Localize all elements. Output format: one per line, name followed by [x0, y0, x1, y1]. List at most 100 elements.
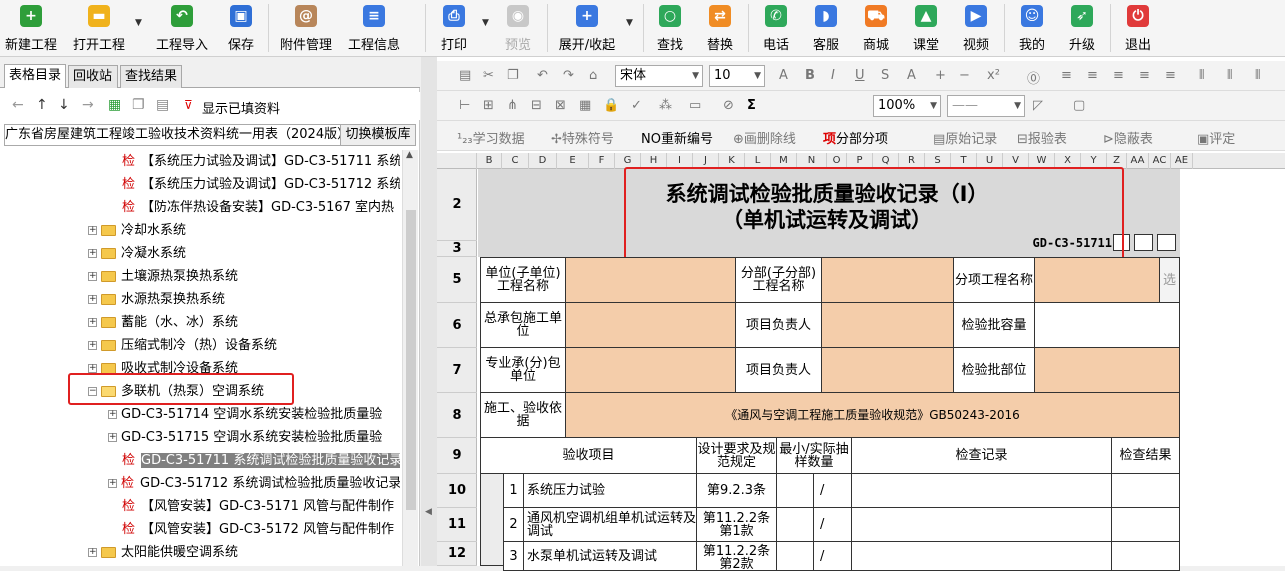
contractor-input[interactable]: [565, 302, 736, 348]
vertical-align-icon[interactable]: ⫴: [1227, 68, 1232, 83]
font-size-select[interactable]: 10 ▼: [709, 65, 765, 87]
italic-icon[interactable]: I: [831, 68, 835, 83]
mall-button[interactable]: ⛟ 商城: [858, 0, 894, 57]
find-button[interactable]: ○ 查找: [652, 0, 688, 57]
preview-button[interactable]: ◉ 预览: [500, 0, 536, 57]
column-header[interactable]: AC: [1149, 153, 1171, 169]
original-record-button[interactable]: ▤原始记录: [933, 128, 997, 147]
image-icon[interactable]: ▭: [689, 98, 701, 113]
replace-button[interactable]: ⇄ 替换: [702, 0, 738, 57]
evaluate-button[interactable]: ▣评定: [1197, 128, 1235, 147]
mine-button[interactable]: ☺ 我的: [1014, 0, 1050, 57]
save-button[interactable]: ▣ 保存: [222, 0, 260, 57]
scroll-up-icon[interactable]: ▲: [406, 150, 413, 160]
import-project-button[interactable]: ↶ 工程导入: [152, 0, 212, 57]
wand-icon[interactable]: ⁂: [659, 98, 672, 113]
open-project-button[interactable]: ▬ 打开工程: [68, 0, 130, 57]
panel-splitter[interactable]: ◀: [421, 57, 437, 566]
row-header[interactable]: 5: [437, 257, 477, 303]
merge-icon[interactable]: ⊢: [459, 98, 470, 113]
cut-icon[interactable]: ✂: [483, 68, 494, 83]
expand-icon[interactable]: +: [108, 479, 117, 488]
support-button[interactable]: ◗ 客服: [808, 0, 844, 57]
vertical-align-icon[interactable]: ⫴: [1255, 68, 1260, 83]
tab-search-results[interactable]: 查找结果: [120, 65, 182, 88]
expand-icon[interactable]: +: [88, 548, 97, 557]
font-grow-icon[interactable]: A: [779, 68, 788, 83]
show-filled-toggle[interactable]: 显示已填资料: [202, 98, 280, 117]
superscript-icon[interactable]: x²: [987, 68, 1000, 83]
sample-actual[interactable]: /: [813, 541, 852, 571]
add-icon[interactable]: +: [935, 68, 946, 83]
sample-min[interactable]: [776, 473, 814, 508]
column-header[interactable]: E: [557, 153, 589, 169]
record-input[interactable]: [851, 541, 1112, 571]
pm-input[interactable]: [821, 302, 954, 348]
attachment-manage-button[interactable]: @ 附件管理: [276, 0, 336, 57]
expand-collapse-button[interactable]: + 展开/收起: [554, 0, 620, 57]
column-header[interactable]: B: [477, 153, 502, 169]
upgrade-button[interactable]: ➶ 升级: [1064, 0, 1100, 57]
renumber-button[interactable]: NO重新编号: [641, 128, 713, 147]
result-input[interactable]: [1111, 473, 1180, 508]
tree-folder[interactable]: + 冷却水系统: [88, 219, 186, 242]
column-header[interactable]: AA: [1127, 153, 1149, 169]
delete-row-icon[interactable]: ⊠: [555, 98, 566, 113]
expand-icon[interactable]: +: [108, 410, 117, 419]
column-header[interactable]: D: [529, 153, 557, 169]
redo-icon[interactable]: ↷: [563, 68, 574, 83]
tree-folder[interactable]: + 冷凝水系统: [88, 242, 186, 265]
phone-button[interactable]: ✆ 电话: [758, 0, 794, 57]
corner-cell[interactable]: [437, 153, 477, 169]
check-icon[interactable]: ✓: [631, 98, 642, 113]
report-table-button[interactable]: ⊟报验表: [1017, 128, 1067, 147]
line-style-select[interactable]: —— ▼: [947, 95, 1025, 117]
tree-item[interactable]: 检【风管安装】GD-C3-5171 风管与配件制作: [122, 495, 394, 518]
expand-icon[interactable]: +: [88, 226, 97, 235]
video-button[interactable]: ▶ 视频: [958, 0, 994, 57]
record-input[interactable]: [851, 473, 1112, 508]
unit-input[interactable]: [565, 257, 736, 303]
border-style-icon[interactable]: ▢: [1073, 98, 1085, 113]
tree-folder[interactable]: + 蓄能（水、冰）系统: [88, 311, 238, 334]
expand-icon[interactable]: +: [88, 318, 97, 327]
row-header[interactable]: 7: [437, 348, 477, 393]
result-input[interactable]: [1111, 507, 1180, 542]
tree-item[interactable]: 检【防冻伴热设备安装】GD-C3-5167 室内热: [122, 196, 394, 219]
pm-input-2[interactable]: [821, 347, 954, 393]
font-name-select[interactable]: 宋体 ▼: [615, 65, 703, 87]
zoom-select[interactable]: 100% ▼: [873, 95, 941, 117]
border-icon[interactable]: ◸: [1033, 98, 1043, 113]
code-box[interactable]: [1157, 234, 1176, 251]
tab-recycle-bin[interactable]: 回收站: [68, 65, 118, 88]
special-symbol-button[interactable]: ✢特殊符号: [551, 128, 614, 147]
switch-template-button[interactable]: 切换模板库: [340, 124, 416, 146]
collapse-arrow-icon[interactable]: ◀: [425, 507, 432, 517]
subcontractor-input[interactable]: [565, 347, 736, 393]
open-project-dropdown[interactable]: ▼: [133, 0, 145, 57]
split-icon[interactable]: ⋔: [507, 98, 518, 113]
tree-scrollbar[interactable]: ▲: [402, 150, 418, 566]
division-input[interactable]: [821, 257, 954, 303]
tree-folder[interactable]: + 压缩式制冷（热）设备系统: [88, 334, 277, 357]
copy-icon[interactable]: ❐: [132, 97, 145, 113]
project-info-button[interactable]: ≡ 工程信息: [344, 0, 404, 57]
forward-arrow-icon[interactable]: →: [82, 97, 94, 113]
align-left-icon[interactable]: ≡: [1061, 68, 1072, 83]
exit-button[interactable]: ⏻ 退出: [1120, 0, 1156, 57]
capacity-input[interactable]: [1034, 302, 1180, 348]
down-arrow-icon[interactable]: ↓: [58, 97, 70, 113]
vertical-align-icon[interactable]: ⫴: [1199, 68, 1204, 83]
tree-item[interactable]: 检【系统压力试验及调试】GD-C3-51712 系统: [122, 173, 400, 196]
distribute-icon[interactable]: ≡: [1165, 68, 1176, 83]
back-arrow-icon[interactable]: ←: [12, 97, 24, 113]
expand-icon[interactable]: +: [108, 433, 117, 442]
font-color-icon[interactable]: A: [907, 68, 916, 83]
hidden-table-button[interactable]: ⊳隐蔽表: [1103, 128, 1153, 147]
filter-icon[interactable]: ⊽: [184, 98, 193, 112]
expand-icon[interactable]: +: [88, 364, 97, 373]
tree-folder[interactable]: + 土壤源热泵换热系统: [88, 265, 238, 288]
sample-actual[interactable]: /: [813, 473, 852, 508]
table-icon[interactable]: ▦: [108, 97, 121, 113]
expand-dropdown[interactable]: ▼: [624, 0, 636, 57]
